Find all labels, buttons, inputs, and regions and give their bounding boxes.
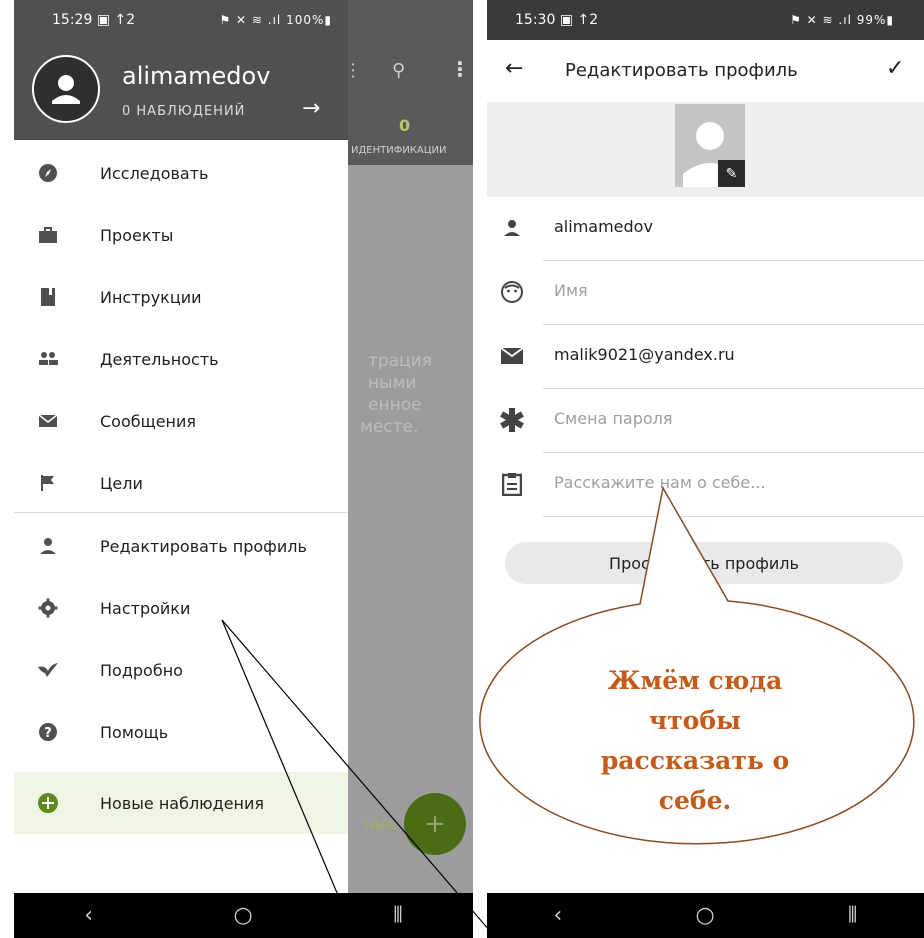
menu-item-label: Сообщения [100, 411, 197, 431]
callout-line: Жмём сюда [607, 666, 783, 695]
back-nav-icon[interactable]: ‹ [84, 903, 93, 928]
callout-line: себе. [658, 786, 732, 815]
compass-icon [36, 161, 60, 185]
background-text-line-3: енное [368, 395, 422, 415]
home-nav-icon[interactable]: ○ [233, 903, 252, 928]
menu-item-projects[interactable]: Проекты [14, 204, 348, 266]
menu-item-label: Инструкции [100, 287, 202, 307]
menu-item-label: Новые наблюдения [100, 793, 265, 813]
background-count-label: ИДЕНТИФИКАЦИИ [351, 145, 447, 156]
status-indicators: ⚑ ✕ ≋ .ıl 99%▮ [790, 13, 894, 27]
menu-item-label: Настройки [100, 598, 191, 618]
observation-count: 0 НАБЛЮДЕНИЙ [122, 104, 246, 119]
menu-item-goals[interactable]: Цели [14, 452, 348, 514]
back-arrow-icon[interactable]: ← [505, 56, 523, 81]
menu-item-label: Подробно [100, 660, 183, 680]
menu-item-edit-profile[interactable]: Редактировать профиль [14, 515, 348, 577]
field-underline [543, 516, 924, 517]
book-icon [36, 285, 60, 309]
recents-nav-icon[interactable]: ⦀ [848, 903, 858, 928]
menu-item-label: Проекты [100, 225, 174, 245]
back-nav-icon[interactable]: ‹ [554, 903, 563, 928]
menu-item-guides[interactable]: Инструкции [14, 266, 348, 328]
face-icon [499, 279, 525, 305]
clipboard-icon [499, 471, 525, 497]
page-title: Редактировать профиль [565, 60, 798, 81]
menu-item-about[interactable]: Подробно [14, 639, 348, 701]
people-icon [36, 347, 60, 371]
bio-placeholder: Расскажите нам о себе... [554, 473, 766, 492]
name-field[interactable]: Имя [487, 261, 924, 325]
profile-photo-area: ✎ [487, 102, 924, 197]
right-status-bar: 15:30 ▣ ↑2 ⚑ ✕ ≋ .ıl 99%▮ [487, 0, 924, 40]
username-field[interactable]: alimamedov [487, 197, 924, 261]
background-menu-icon: ⋮ [450, 57, 470, 81]
password-field[interactable]: Смена пароля [487, 389, 924, 453]
background-count: 0 [399, 116, 411, 135]
bio-field[interactable]: Расскажите нам о себе... [487, 453, 924, 517]
bird-icon [36, 658, 60, 682]
menu-item-explore[interactable]: Исследовать [14, 142, 348, 204]
add-observation-fab[interactable]: + [404, 793, 466, 855]
menu-item-label: Исследовать [100, 163, 209, 183]
background-text-bottom: ние [364, 815, 397, 835]
background-text-line-1: трация [368, 351, 432, 371]
email-icon [499, 343, 525, 369]
status-notification-icons: ▣ ↑2 [96, 12, 136, 28]
name-placeholder: Имя [554, 281, 588, 300]
background-text-line-4: месте. [360, 417, 419, 437]
svg-text:?: ? [44, 726, 52, 741]
callout-line: чтобы [648, 706, 742, 735]
person-icon [499, 215, 525, 241]
save-check-icon[interactable]: ✓ [886, 56, 904, 81]
background-search-icon: ⚲ [392, 60, 406, 81]
status-time: 15:30 [515, 12, 556, 28]
arrow-right-icon[interactable]: → [302, 96, 320, 121]
person-icon [36, 534, 60, 558]
email-value: malik9021@yandex.ru [554, 345, 735, 364]
drawer-username: alimamedov [122, 62, 271, 90]
menu-item-messages[interactable]: Сообщения [14, 390, 348, 452]
flag-icon [36, 471, 60, 495]
pencil-icon[interactable]: ✎ [718, 160, 745, 187]
menu-item-label: Деятельность [100, 349, 219, 369]
left-status-bar: 15:29 ▣ ↑2 ⚑ ✕ ≋ .ıl 100%▮ [14, 0, 348, 40]
right-nav-bar: ‹ ○ ⦀ [487, 893, 924, 938]
drawer-divider [14, 512, 348, 513]
plus-circle-icon [36, 791, 60, 815]
status-notification-icons: ▣ ↑2 [559, 12, 599, 28]
navigation-drawer: 15:29 ▣ ↑2 ⚑ ✕ ≋ .ıl 100%▮ alimamedov 0 … [14, 0, 348, 893]
password-placeholder: Смена пароля [554, 409, 673, 428]
callout-text: Жмём сюда чтобы рассказать о себе. [580, 661, 810, 821]
home-nav-icon[interactable]: ○ [695, 903, 714, 928]
recents-nav-icon[interactable]: ⦀ [393, 903, 403, 928]
left-phone-screen: ⚲ ⋮ ⋮ 0 ИДЕНТИФИКАЦИИ трация ными енное … [14, 0, 473, 938]
view-profile-button[interactable]: Просмотреть профиль [505, 542, 903, 584]
background-text-line-2: ными [368, 373, 417, 393]
menu-item-label: Редактировать профиль [100, 536, 307, 556]
person-icon [52, 75, 80, 104]
help-icon: ? [36, 720, 60, 744]
username-value: alimamedov [554, 217, 653, 236]
status-indicators: ⚑ ✕ ≋ .ıl 100%▮ [219, 13, 332, 27]
email-field[interactable]: malik9021@yandex.ru [487, 325, 924, 389]
menu-item-label: Помощь [100, 722, 169, 742]
callout-line: рассказать о [600, 746, 790, 775]
menu-item-settings[interactable]: Настройки [14, 577, 348, 639]
left-nav-bar: ‹ ○ ⦀ [14, 893, 473, 938]
asterisk-icon [499, 407, 525, 433]
menu-item-help[interactable]: ? Помощь [14, 701, 348, 763]
drawer-header[interactable]: 15:29 ▣ ↑2 ⚑ ✕ ≋ .ıl 100%▮ alimamedov 0 … [14, 0, 348, 140]
gear-icon [36, 596, 60, 620]
mail-icon [36, 409, 60, 433]
app-bar: ← Редактировать профиль ✓ [487, 40, 924, 102]
status-time: 15:29 [52, 12, 93, 28]
menu-item-activity[interactable]: Деятельность [14, 328, 348, 390]
briefcase-icon [36, 223, 60, 247]
avatar[interactable] [32, 55, 100, 123]
menu-item-label: Цели [100, 473, 143, 493]
menu-item-new-observations[interactable]: Новые наблюдения [14, 772, 348, 834]
